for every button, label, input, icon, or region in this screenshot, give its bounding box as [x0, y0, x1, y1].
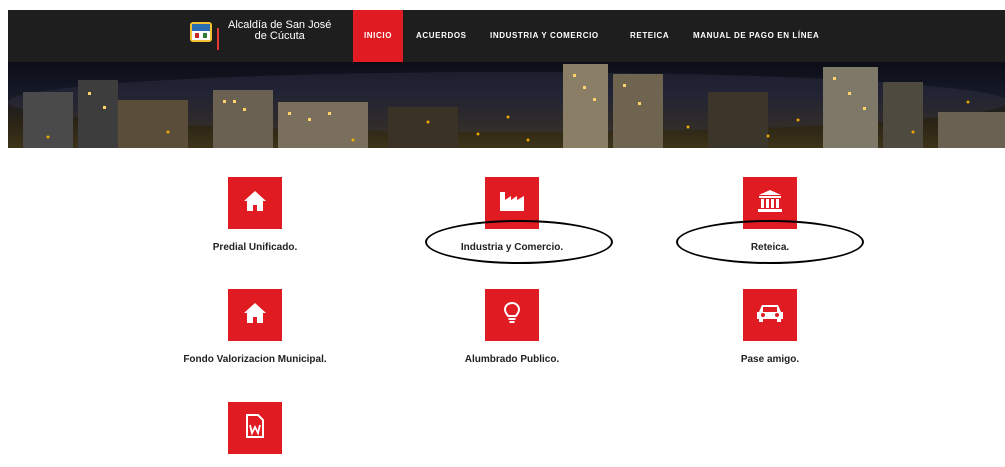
nav-item-manual-pago[interactable]: MANUAL DE PAGO EN LÍNEA: [693, 10, 819, 62]
tile-fondo-valorizacion[interactable]: Fondo Valorizacion Municipal.: [155, 289, 355, 365]
tile-label: Fondo Valorizacion Municipal.: [183, 354, 327, 365]
tile-predial-unificado[interactable]: Predial Unificado.: [155, 177, 355, 253]
tile-documento[interactable]: [155, 402, 355, 467]
annotation-ellipse-industria: [425, 220, 613, 264]
tile-icon-box: [485, 289, 539, 341]
tile-icon-box: [228, 177, 282, 229]
tile-icon-box: [228, 402, 282, 454]
bank-building-icon: [758, 189, 782, 217]
nav-item-inicio[interactable]: INICIO: [353, 10, 403, 62]
tile-icon-box: [228, 289, 282, 341]
tile-alumbrado-publico[interactable]: Alumbrado Publico.: [412, 289, 612, 365]
tile-label: Pase amigo.: [740, 354, 800, 365]
nav-item-acuerdos[interactable]: ACUERDOS: [416, 10, 467, 62]
tile-label: Predial Unificado.: [212, 242, 298, 253]
word-document-icon: [245, 413, 265, 443]
city-crest-icon: [190, 22, 212, 42]
hero-banner-city-night: [8, 62, 1005, 148]
brand-logo[interactable]: Alcaldía de San José de Cúcuta: [190, 20, 331, 54]
tile-label: Alumbrado Publico.: [464, 354, 560, 365]
tile-icon-box: [743, 289, 797, 341]
house-icon: [243, 302, 267, 329]
tile-pase-amigo[interactable]: Pase amigo.: [670, 289, 870, 365]
city-skyline-image: [8, 64, 1005, 148]
annotation-ellipse-reteica: [676, 220, 864, 264]
brand-divider: [217, 28, 219, 50]
lightbulb-icon: [503, 301, 521, 330]
factory-icon: [499, 190, 525, 217]
top-navbar: Alcaldía de San José de Cúcuta INICIO AC…: [8, 10, 1005, 62]
brand-name: Alcaldía de San José de Cúcuta: [228, 20, 331, 42]
house-icon: [243, 190, 267, 217]
brand-name-line2: de Cúcuta: [254, 30, 305, 42]
car-icon: [756, 303, 784, 328]
nav-item-industria-comercio[interactable]: INDUSTRIA Y COMERCIO: [490, 10, 599, 62]
nav-item-reteica[interactable]: RETEICA: [630, 10, 669, 62]
